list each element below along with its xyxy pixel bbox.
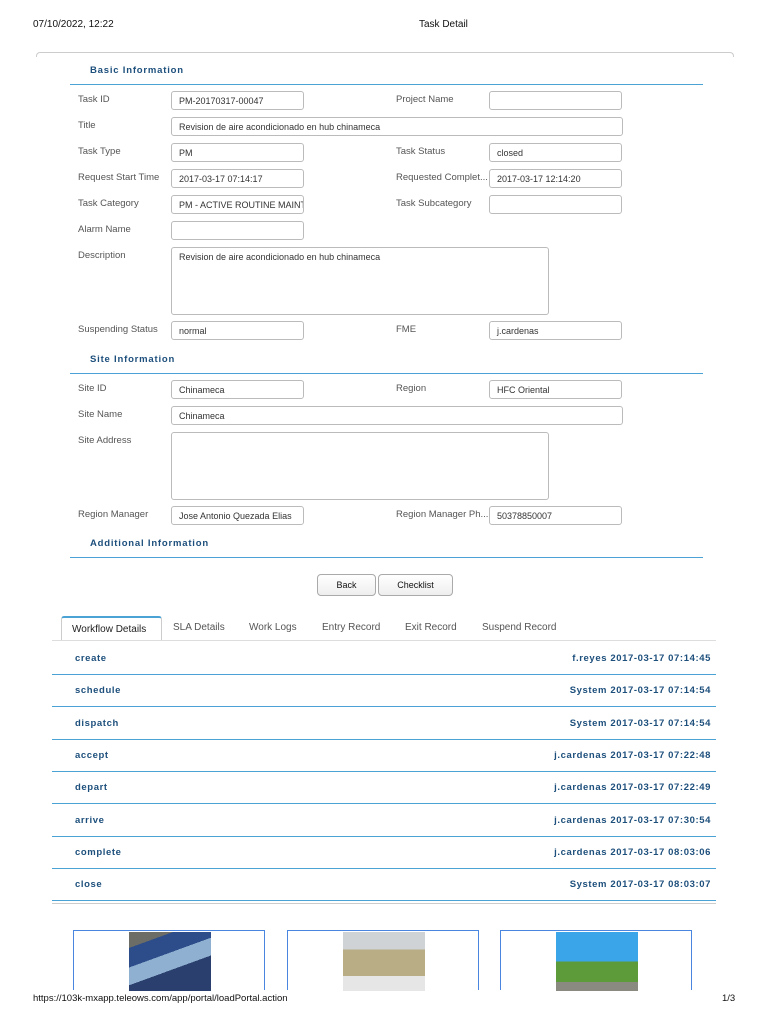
tab-bar-divider bbox=[52, 640, 716, 641]
task-category-label: Task Category bbox=[78, 198, 139, 209]
fme-field[interactable]: j.cardenas bbox=[489, 321, 622, 340]
photo-outdoor-site bbox=[556, 932, 638, 991]
task-id-label: Task ID bbox=[78, 94, 110, 105]
workflow-actor-time: j.cardenas 2017-03-17 07:30:54 bbox=[554, 814, 711, 826]
workflow-step: depart bbox=[75, 782, 108, 794]
task-status-label: Task Status bbox=[396, 146, 446, 157]
workflow-step: close bbox=[75, 879, 103, 891]
tab-workflow-details[interactable]: Workflow Details bbox=[61, 616, 162, 640]
workflow-step: dispatch bbox=[75, 717, 119, 729]
task-subcategory-field[interactable] bbox=[489, 195, 622, 214]
panel-frame bbox=[36, 52, 734, 57]
workflow-step: arrive bbox=[75, 814, 105, 826]
photo-thumbnail[interactable] bbox=[500, 930, 692, 991]
region-label: Region bbox=[396, 383, 427, 394]
requested-complete-field[interactable]: 2017-03-17 12:14:20 bbox=[489, 169, 622, 188]
alarm-name-field[interactable] bbox=[171, 221, 304, 240]
workflow-actor-time: System 2017-03-17 07:14:54 bbox=[569, 717, 711, 729]
tab-sla-details[interactable]: SLA Details bbox=[173, 616, 225, 640]
site-id-field[interactable]: Chinameca bbox=[171, 380, 304, 399]
divider bbox=[70, 373, 703, 374]
project-name-label: Project Name bbox=[396, 94, 454, 105]
tab-work-logs[interactable]: Work Logs bbox=[249, 616, 297, 640]
section-additional-information: Additional Information bbox=[90, 538, 209, 549]
print-datetime: 07/10/2022, 12:22 bbox=[33, 19, 114, 30]
tab-entry-record[interactable]: Entry Record bbox=[322, 616, 380, 640]
suspending-status-field[interactable]: normal bbox=[171, 321, 304, 340]
site-name-field[interactable]: Chinameca bbox=[171, 406, 623, 425]
photo-thumbnail[interactable] bbox=[287, 930, 479, 991]
task-id-field[interactable]: PM-20170317-00047 bbox=[171, 91, 304, 110]
site-address-textarea[interactable] bbox=[171, 432, 549, 500]
workflow-step: schedule bbox=[75, 685, 121, 697]
suspending-status-label: Suspending Status bbox=[78, 324, 158, 335]
tab-exit-record[interactable]: Exit Record bbox=[405, 616, 457, 640]
checklist-button[interactable]: Checklist bbox=[378, 574, 453, 596]
workflow-row: create f.reyes 2017-03-17 07:14:45 bbox=[52, 642, 716, 675]
region-manager-label: Region Manager bbox=[78, 509, 149, 520]
workflow-actor-time: f.reyes 2017-03-17 07:14:45 bbox=[572, 653, 711, 664]
tab-suspend-record[interactable]: Suspend Record bbox=[482, 616, 557, 640]
request-start-field[interactable]: 2017-03-17 07:14:17 bbox=[171, 169, 304, 188]
page-number: 1/3 bbox=[722, 993, 736, 1004]
workflow-step: complete bbox=[75, 846, 122, 858]
region-field[interactable]: HFC Oriental bbox=[489, 380, 622, 399]
workflow-row: accept j.cardenas 2017-03-17 07:22:48 bbox=[52, 739, 716, 772]
workflow-row: depart j.cardenas 2017-03-17 07:22:49 bbox=[52, 771, 716, 805]
section-site-information: Site Information bbox=[90, 354, 176, 365]
page-title: Task Detail bbox=[419, 19, 468, 30]
project-name-field[interactable] bbox=[489, 91, 622, 110]
region-manager-phone-label: Region Manager Ph... bbox=[396, 509, 489, 520]
photo-storefront bbox=[129, 932, 211, 991]
photo-thumbnail[interactable] bbox=[73, 930, 265, 991]
divider bbox=[70, 84, 703, 85]
workflow-row: arrive j.cardenas 2017-03-17 07:30:54 bbox=[52, 804, 716, 837]
region-manager-phone-field[interactable]: 50378850007 bbox=[489, 506, 622, 525]
alarm-name-label: Alarm Name bbox=[78, 224, 131, 235]
task-type-field[interactable]: PM bbox=[171, 143, 304, 162]
workflow-actor-time: j.cardenas 2017-03-17 07:22:48 bbox=[554, 749, 711, 761]
task-status-field[interactable]: closed bbox=[489, 143, 622, 162]
region-manager-field[interactable]: Jose Antonio Quezada Elias bbox=[171, 506, 304, 525]
workflow-actor-time: System 2017-03-17 07:14:54 bbox=[569, 685, 711, 697]
photo-air-conditioner bbox=[343, 932, 425, 991]
section-basic-information: Basic Information bbox=[90, 65, 184, 76]
divider bbox=[52, 903, 716, 904]
workflow-actor-time: j.cardenas 2017-03-17 07:22:49 bbox=[554, 782, 711, 794]
task-category-field[interactable]: PM - ACTIVE ROUTINE MAINT bbox=[171, 195, 304, 214]
task-subcategory-label: Task Subcategory bbox=[396, 198, 472, 209]
divider bbox=[70, 557, 703, 558]
workflow-row: close System 2017-03-17 08:03:07 bbox=[52, 868, 716, 902]
site-id-label: Site ID bbox=[78, 383, 107, 394]
workflow-row: dispatch System 2017-03-17 07:14:54 bbox=[52, 707, 716, 740]
requested-complete-label: Requested Complet... bbox=[396, 172, 488, 183]
description-textarea[interactable]: Revision de aire acondicionado en hub ch… bbox=[171, 247, 549, 315]
title-label: Title bbox=[78, 120, 96, 131]
fme-label: FME bbox=[396, 324, 417, 335]
request-start-label: Request Start Time bbox=[78, 172, 160, 183]
workflow-row: schedule System 2017-03-17 07:14:54 bbox=[52, 674, 716, 708]
site-address-label: Site Address bbox=[78, 435, 132, 446]
workflow-step: accept bbox=[75, 749, 109, 761]
description-label: Description bbox=[78, 250, 126, 261]
task-type-label: Task Type bbox=[78, 146, 121, 157]
workflow-step: create bbox=[75, 653, 107, 664]
site-name-label: Site Name bbox=[78, 409, 123, 420]
workflow-actor-time: j.cardenas 2017-03-17 08:03:06 bbox=[554, 846, 711, 858]
footer-url: https://103k-mxapp.teleows.com/app/porta… bbox=[33, 993, 288, 1004]
title-field[interactable]: Revision de aire acondicionado en hub ch… bbox=[171, 117, 623, 136]
back-button[interactable]: Back bbox=[317, 574, 376, 596]
workflow-row: complete j.cardenas 2017-03-17 08:03:06 bbox=[52, 836, 716, 869]
workflow-actor-time: System 2017-03-17 08:03:07 bbox=[569, 879, 711, 891]
